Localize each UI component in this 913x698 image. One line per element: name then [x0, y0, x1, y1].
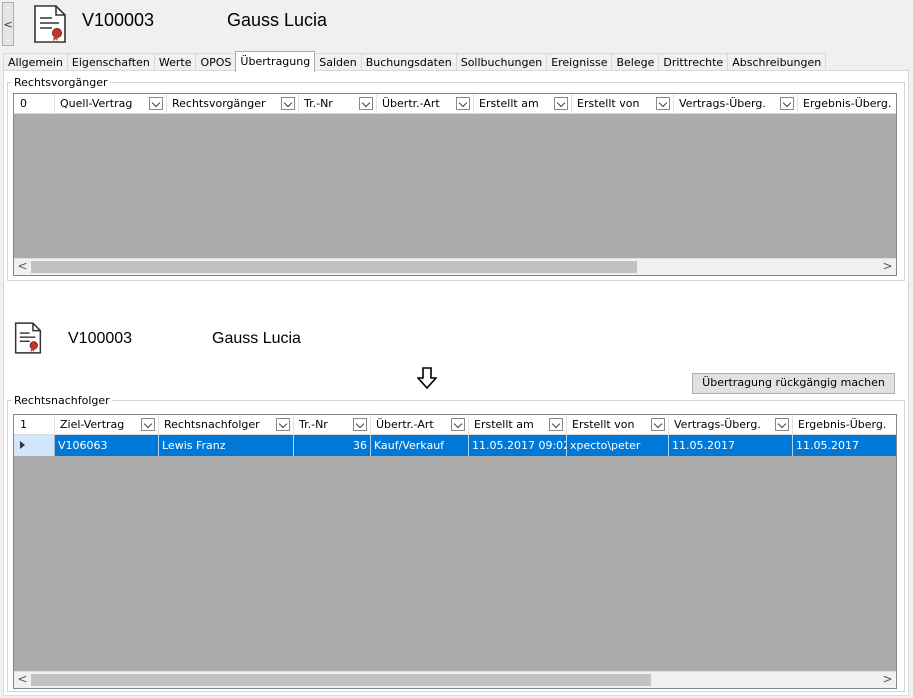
column-header-label: Vertrags-Überg. — [679, 97, 766, 110]
successor-grid-header: 1 Ziel-Vertrag Rechtsnachfolger Tr.-Nr Ü… — [14, 415, 896, 435]
column-header-label: Vertrags-Überg. — [674, 418, 761, 431]
column-header-quell-vertrag[interactable]: Quell-Vertrag — [55, 94, 167, 114]
column-header-label: Erstellt von — [572, 418, 635, 431]
column-header-label: Übertr.-Art — [376, 418, 434, 431]
column-header-label: Ergebnis-Überg. — [803, 97, 892, 110]
column-header-erstellt-am[interactable]: Erstellt am — [474, 94, 572, 114]
column-filter-dropdown-icon[interactable] — [276, 418, 290, 431]
column-header-label: Ergebnis-Überg. — [798, 418, 887, 431]
tab-panel-uebertragung: Rechtsvorgänger 0 Quell-Vertrag Rechtsvo… — [3, 70, 909, 696]
column-filter-dropdown-icon[interactable] — [656, 97, 670, 110]
successor-grid[interactable]: 1 Ziel-Vertrag Rechtsnachfolger Tr.-Nr Ü… — [13, 414, 897, 689]
scroll-thumb[interactable] — [31, 261, 637, 273]
undo-transfer-button[interactable]: Übertragung rückgängig machen — [692, 373, 895, 394]
column-filter-dropdown-icon[interactable] — [554, 97, 568, 110]
header-customer-name: Gauss Lucia — [227, 10, 328, 30]
tab-eigenschaften[interactable]: Eigenschaften — [66, 53, 155, 71]
column-header-tr-nr[interactable]: Tr.-Nr — [299, 94, 377, 114]
header-contract-id: V100003 — [82, 10, 155, 30]
cell-ziel-vertrag[interactable]: V106063 — [55, 435, 159, 456]
cell-erstellt-von[interactable]: xpecto\peter — [567, 435, 669, 456]
column-header-label: Übertr.-Art — [382, 97, 440, 110]
column-filter-dropdown-icon[interactable] — [780, 97, 794, 110]
column-header-ergebnis-ueberg[interactable]: Ergebnis-Überg. — [798, 94, 898, 114]
column-header-ziel-vertrag[interactable]: Ziel-Vertrag — [55, 415, 159, 435]
column-header-label: Erstellt von — [577, 97, 640, 110]
current-contract-id: V100003 — [68, 330, 133, 347]
successor-group-title: Rechtsnachfolger — [14, 394, 110, 407]
tab-salden[interactable]: Salden — [314, 53, 362, 71]
scroll-left-arrow-icon[interactable]: < — [14, 672, 31, 688]
column-header-label: Rechtsnachfolger — [164, 418, 260, 431]
column-header-erstellt-von[interactable]: Erstellt von — [572, 94, 674, 114]
current-row-indicator-icon — [20, 441, 25, 449]
column-header-rechtsvorgaenger[interactable]: Rechtsvorgänger — [167, 94, 299, 114]
cell-rechtsnachfolger[interactable]: Lewis Franz — [159, 435, 294, 456]
column-filter-dropdown-icon[interactable] — [456, 97, 470, 110]
scroll-thumb[interactable] — [31, 674, 651, 686]
cell-vertrags-ueberg[interactable]: 11.05.2017 — [669, 435, 793, 456]
column-filter-dropdown-icon[interactable] — [451, 418, 465, 431]
cell-erstellt-am[interactable]: 11.05.2017 09:02 — [469, 435, 567, 456]
cell-uebertr-art[interactable]: Kauf/Verkauf — [371, 435, 469, 456]
current-customer-name: Gauss Lucia — [212, 330, 301, 347]
down-arrow-icon — [417, 367, 437, 389]
tab-strip: Allgemein Eigenschaften Werte OPOS Übert… — [3, 51, 827, 72]
tab-abschreibungen[interactable]: Abschreibungen — [727, 53, 827, 71]
column-header-label: Rechtsvorgänger — [172, 97, 266, 110]
column-header-label: Erstellt am — [474, 418, 534, 431]
tab-sollbuchungen[interactable]: Sollbuchungen — [455, 53, 548, 71]
column-header-erstellt-am[interactable]: Erstellt am — [469, 415, 567, 435]
column-filter-dropdown-icon[interactable] — [281, 97, 295, 110]
column-header-uebertr-art[interactable]: Übertr.-Art — [371, 415, 469, 435]
predecessor-grid[interactable]: 0 Quell-Vertrag Rechtsvorgänger Tr.-Nr Ü… — [13, 93, 897, 276]
row-count: 0 — [14, 94, 55, 114]
column-header-label: Ziel-Vertrag — [60, 418, 125, 431]
column-header-ergebnis-ueberg[interactable]: Ergebnis-Überg. — [793, 415, 898, 435]
table-row[interactable]: V106063 Lewis Franz 36 Kauf/Verkauf 11.0… — [14, 435, 896, 456]
column-header-label: Tr.-Nr — [299, 418, 328, 431]
row-header[interactable] — [14, 435, 55, 456]
column-filter-dropdown-icon[interactable] — [149, 97, 163, 110]
tab-allgemein[interactable]: Allgemein — [3, 53, 68, 71]
tab-drittrechte[interactable]: Drittrechte — [658, 53, 729, 71]
tab-werte[interactable]: Werte — [153, 53, 197, 71]
tab-opos[interactable]: OPOS — [195, 53, 237, 71]
column-header-erstellt-von[interactable]: Erstellt von — [567, 415, 669, 435]
collapse-panel-button[interactable]: < — [2, 2, 14, 46]
column-header-vertrags-ueberg[interactable]: Vertrags-Überg. — [674, 94, 798, 114]
column-header-vertrags-ueberg[interactable]: Vertrags-Überg. — [669, 415, 793, 435]
column-header-uebertr-art[interactable]: Übertr.-Art — [377, 94, 474, 114]
column-header-tr-nr[interactable]: Tr.-Nr — [294, 415, 371, 435]
column-filter-dropdown-icon[interactable] — [353, 418, 367, 431]
tab-buchungsdaten[interactable]: Buchungsdaten — [360, 53, 457, 71]
column-filter-dropdown-icon[interactable] — [651, 418, 665, 431]
predecessor-grid-header: 0 Quell-Vertrag Rechtsvorgänger Tr.-Nr Ü… — [14, 94, 896, 114]
tab-belege[interactable]: Belege — [611, 53, 660, 71]
cell-ergebnis-ueberg[interactable]: 11.05.2017 — [793, 435, 898, 456]
tab-ereignisse[interactable]: Ereignisse — [546, 53, 613, 71]
column-filter-dropdown-icon[interactable] — [141, 418, 155, 431]
column-header-rechtsnachfolger[interactable]: Rechtsnachfolger — [159, 415, 294, 435]
cell-tr-nr[interactable]: 36 — [294, 435, 371, 456]
column-header-label: Erstellt am — [479, 97, 539, 110]
scroll-left-arrow-icon[interactable]: < — [14, 259, 31, 275]
column-filter-dropdown-icon[interactable] — [775, 418, 789, 431]
document-certificate-icon — [34, 5, 66, 43]
predecessor-group-title: Rechtsvorgänger — [14, 76, 108, 89]
column-header-label: Quell-Vertrag — [60, 97, 133, 110]
column-header-label: Tr.-Nr — [304, 97, 333, 110]
column-filter-dropdown-icon[interactable] — [359, 97, 373, 110]
scroll-right-arrow-icon[interactable]: > — [879, 672, 896, 688]
column-filter-dropdown-icon[interactable] — [549, 418, 563, 431]
tab-uebertragung[interactable]: Übertragung — [235, 51, 316, 72]
document-certificate-icon — [14, 322, 42, 354]
successor-horizontal-scrollbar[interactable]: < > — [14, 671, 896, 688]
row-count: 1 — [14, 415, 55, 435]
scroll-right-arrow-icon[interactable]: > — [879, 259, 896, 275]
predecessor-horizontal-scrollbar[interactable]: < > — [14, 258, 896, 275]
